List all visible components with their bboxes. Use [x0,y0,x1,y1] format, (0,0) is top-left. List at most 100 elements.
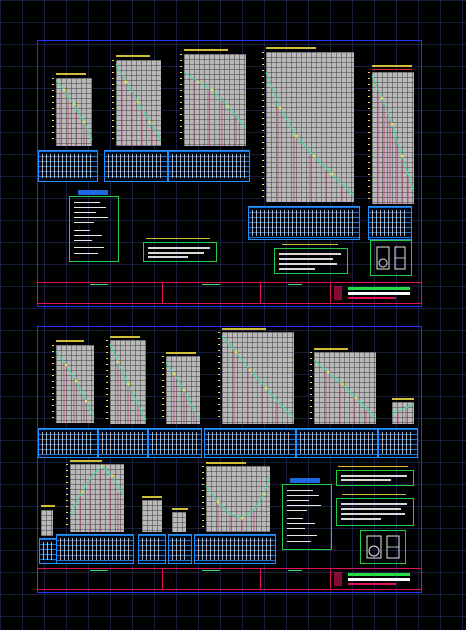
profile-data-table-9[interactable] [204,428,296,458]
profile-line-6 [55,350,95,423]
sewer-profile-7[interactable] [109,340,147,424]
title-block-mark [202,570,220,571]
profile-line-8 [165,361,201,424]
legend-line [74,212,96,213]
cad-model-space[interactable] [0,0,466,630]
legend-line [287,541,311,542]
note-text-line [279,253,341,255]
title-block-cell [162,569,163,589]
note-text-line [279,258,333,260]
sewer-profile-4[interactable] [265,52,355,202]
title-block-mark [202,284,220,285]
sewer-profile-14[interactable] [142,500,162,532]
title-block-1[interactable] [37,282,422,304]
elevation-axis-3 [180,54,182,144]
legend-line [287,490,313,491]
legend-box-2[interactable] [282,484,332,550]
profile-data-table-2[interactable] [104,150,168,182]
profile-data-table-12[interactable] [39,538,57,564]
sewer-profile-2[interactable] [115,60,162,146]
profile-data-table-15[interactable] [168,534,192,564]
profile-line-7 [109,343,147,424]
sewer-profile-13[interactable] [69,464,125,532]
profile-line-11 [391,403,415,424]
profile-data-table-11[interactable] [378,428,418,458]
note-box-4[interactable] [336,498,414,526]
title-block-mark [90,284,108,285]
profile-title-15 [172,508,188,510]
sewer-profile-8[interactable] [165,356,201,424]
profile-data-table-3[interactable] [168,150,250,182]
sewer-profile-15[interactable] [172,512,186,532]
profile-title-7 [110,336,140,338]
elevation-axis-6 [52,345,54,421]
sewer-profile-10[interactable] [313,352,377,424]
note-text-line [341,475,407,477]
title-block-stamp [334,572,410,586]
title-block-2[interactable] [37,568,422,590]
sewer-profile-9[interactable] [221,332,295,424]
legend-line [74,207,106,208]
profile-title-6 [56,340,84,342]
elevation-axis-10 [310,352,312,422]
profile-line-1 [55,79,93,146]
profile-data-table-8[interactable] [148,428,202,458]
title-block-mark [288,284,302,285]
profile-data-table-10[interactable] [296,428,378,458]
elevation-axis-9 [218,332,220,422]
elevation-axis-16 [202,466,204,530]
manhole-detail-1[interactable] [370,240,412,276]
note-text-line [341,479,391,481]
elevation-axis-7 [106,340,108,422]
profile-data-table-13[interactable] [56,534,134,564]
elevation-axis-5 [368,72,370,202]
profile-title-12 [41,505,55,507]
profile-line-9 [221,335,295,424]
note-box-2[interactable] [274,248,348,274]
legend-line [74,235,102,236]
title-block-cell [260,569,261,589]
elevation-axis-1 [52,78,54,144]
legend-line [287,495,319,496]
sewer-profile-12[interactable] [41,510,53,536]
sewer-profile-5[interactable] [371,72,415,204]
profile-data-table-14[interactable] [138,534,166,564]
note-text-line [148,256,188,258]
sewer-profile-11[interactable] [391,402,415,424]
note-text-line [341,513,405,515]
legend-line [74,222,94,223]
sewer-profile-16[interactable] [205,466,271,532]
legend-line [287,510,307,511]
note-box-1[interactable] [143,242,217,262]
legend-line [74,247,104,248]
title-block-cell [260,283,261,303]
legend-line [287,500,309,501]
profile-title-3 [184,49,228,51]
profile-title-13 [70,460,102,462]
sewer-profile-1[interactable] [55,78,93,146]
profile-data-table-1[interactable] [38,150,98,182]
title-block-mark [90,570,108,571]
profile-title-11 [392,398,414,400]
title-block-cell [162,283,163,303]
profile-data-table-4[interactable] [248,206,360,240]
sewer-profile-3[interactable] [183,54,247,146]
note-title-2 [282,244,338,245]
profile-title-14 [142,496,162,498]
legend-line [287,518,303,519]
legend-line [287,523,315,524]
legend-line [74,217,108,218]
legend-box-1[interactable] [69,196,119,262]
sewer-profile-6[interactable] [55,345,95,423]
profile-data-table-5[interactable] [368,206,412,240]
profile-data-table-6[interactable] [38,428,98,458]
profile-data-table-7[interactable] [98,428,148,458]
legend-line [287,535,317,536]
profile-data-table-16[interactable] [194,534,276,564]
manhole-detail-2[interactable] [360,530,406,564]
title-block-stamp [334,286,410,300]
profile-title-8 [166,352,196,354]
profile-line-4 [265,71,355,202]
profile-line-16 [205,475,271,532]
note-box-3[interactable] [336,470,414,486]
